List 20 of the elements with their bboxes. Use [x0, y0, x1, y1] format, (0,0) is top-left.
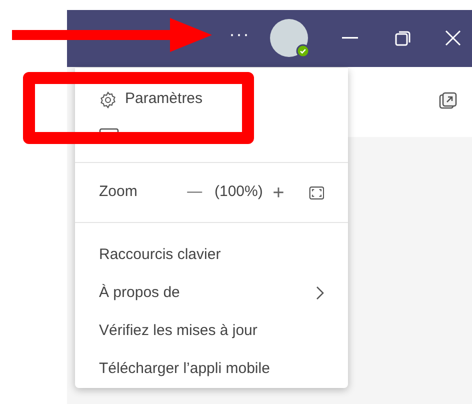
- screen-icon[interactable]: [99, 128, 119, 132]
- pop-out-icon[interactable]: [439, 92, 457, 110]
- full-screen-icon[interactable]: [308, 184, 324, 201]
- zoom-level: (100%): [214, 182, 264, 202]
- avatar[interactable]: [270, 19, 308, 57]
- zoom-in-button[interactable]: +: [272, 182, 309, 203]
- close-icon[interactable]: [445, 30, 461, 46]
- menu-item[interactable]: Télécharger l’appli mobile: [99, 358, 270, 380]
- more-options-button[interactable]: ···: [229, 24, 250, 44]
- settings-menu-item[interactable]: Paramètres: [125, 88, 203, 111]
- settings-icon: [99, 90, 117, 108]
- minimize-icon[interactable]: [342, 37, 358, 39]
- zoom-label: Zoom: [99, 182, 138, 202]
- menu-item[interactable]: Vérifiez les mises à jour: [99, 320, 258, 342]
- menu-item[interactable]: À propos de: [99, 282, 180, 304]
- zoom-out-button[interactable]: —: [187, 181, 214, 204]
- presence-check-icon: [296, 44, 310, 58]
- restore-icon[interactable]: [395, 30, 411, 46]
- menu-item[interactable]: Raccourcis clavier: [99, 244, 221, 266]
- chevron-right-icon: [316, 286, 324, 300]
